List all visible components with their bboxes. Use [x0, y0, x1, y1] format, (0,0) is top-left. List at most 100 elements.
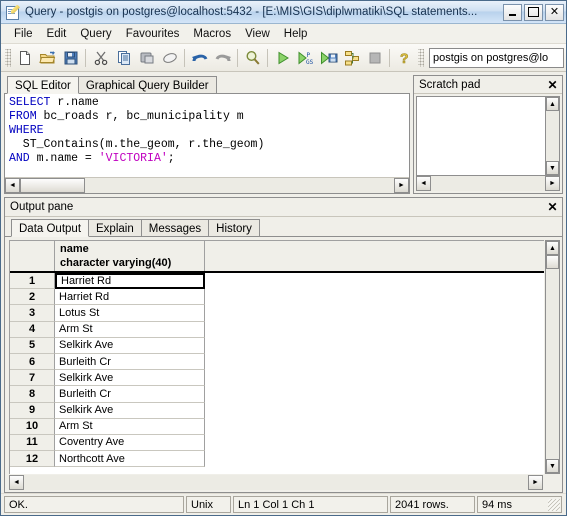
cell-name[interactable]: Coventry Ave	[55, 434, 205, 452]
maximize-button[interactable]	[524, 3, 543, 21]
menu-favourites[interactable]: Favourites	[119, 26, 187, 42]
scroll-right-arrow-icon[interactable]: ►	[394, 178, 409, 193]
table-row[interactable]: 7 Selkirk Ave	[10, 370, 544, 387]
cell-name[interactable]: Harriet Rd	[55, 289, 205, 306]
scratch-vscroll-track[interactable]	[546, 111, 559, 161]
paste-icon[interactable]	[135, 47, 158, 69]
cell-name[interactable]: Selkirk Ave	[55, 337, 205, 354]
toolbar-grip[interactable]	[5, 48, 11, 67]
menu-view[interactable]: View	[238, 26, 277, 42]
help-question-icon[interactable]: ? ?	[393, 47, 416, 69]
execute-to-file-icon[interactable]	[317, 47, 340, 69]
table-row[interactable]: 1 Harriet Rd	[10, 273, 544, 290]
row-number[interactable]: 3	[10, 305, 55, 322]
resize-grip-icon[interactable]	[548, 499, 560, 511]
scroll-down-arrow-icon[interactable]: ▼	[546, 161, 559, 175]
row-number[interactable]: 6	[10, 353, 55, 371]
scroll-right-arrow-icon[interactable]: ►	[528, 475, 543, 490]
copy-icon[interactable]	[112, 47, 135, 69]
row-number[interactable]: 8	[10, 386, 55, 403]
cell-name[interactable]: Selkirk Ave	[55, 402, 205, 419]
close-button[interactable]: ✕	[545, 3, 564, 21]
scratch-pad-textarea[interactable]	[416, 96, 545, 176]
redo-icon[interactable]	[211, 47, 234, 69]
cell-name[interactable]: Selkirk Ave	[55, 370, 205, 387]
data-grid-hscroll-track[interactable]	[24, 475, 528, 490]
row-number[interactable]: 1	[10, 273, 55, 290]
scratch-hscroll-track[interactable]	[431, 176, 545, 191]
cell-name[interactable]: Burleith Cr	[55, 386, 205, 403]
connection-combo[interactable]: postgis on postgres@lo	[429, 47, 564, 68]
scroll-left-arrow-icon[interactable]: ◄	[416, 176, 431, 191]
tab-messages[interactable]: Messages	[140, 219, 210, 236]
table-row[interactable]: 8 Burleith Cr	[10, 386, 544, 403]
row-number[interactable]: 10	[10, 418, 55, 435]
cell-name[interactable]: Arm St	[55, 321, 205, 338]
tab-history[interactable]: History	[208, 219, 260, 236]
row-number[interactable]: 7	[10, 370, 55, 387]
execute-query-icon[interactable]	[271, 47, 294, 69]
data-grid[interactable]: name character varying(40) 1 Harriet Rd 2 H…	[9, 240, 544, 474]
row-number[interactable]: 2	[10, 289, 55, 306]
menu-edit[interactable]: Edit	[40, 26, 74, 42]
cell-name[interactable]: Lotus St	[55, 305, 205, 322]
menu-file[interactable]: File	[7, 26, 40, 42]
sql-editor-text[interactable]: SELECT r.name FROM bc_roads r, bc_municip…	[5, 94, 409, 177]
scroll-left-arrow-icon[interactable]: ◄	[5, 178, 20, 193]
data-grid-vscrollbar[interactable]: ▲ ▼	[545, 240, 560, 474]
stop-icon[interactable]	[363, 47, 386, 69]
scratch-pad-hscrollbar[interactable]: ◄ ►	[416, 176, 560, 191]
table-row[interactable]: 12 Northcott Ave	[10, 451, 544, 468]
menu-help[interactable]: Help	[277, 26, 315, 42]
new-file-icon[interactable]	[13, 47, 36, 69]
explain-query-icon[interactable]	[340, 47, 363, 69]
find-magnifier-icon[interactable]	[241, 47, 264, 69]
row-number[interactable]: 5	[10, 337, 55, 354]
scroll-right-arrow-icon[interactable]: ►	[545, 176, 560, 191]
row-number[interactable]: 12	[10, 451, 55, 468]
table-row[interactable]: 2 Harriet Rd	[10, 289, 544, 306]
table-row[interactable]: 4 Arm St	[10, 321, 544, 338]
column-header-name[interactable]: name character varying(40)	[55, 241, 205, 271]
execute-pgscript-icon[interactable]: P GS	[294, 47, 317, 69]
tab-data-output[interactable]: Data Output	[11, 219, 90, 237]
table-row[interactable]: 9 Selkirk Ave	[10, 402, 544, 419]
data-grid-hscrollbar[interactable]: ◄ ►	[9, 475, 543, 490]
minimize-button[interactable]	[503, 3, 522, 21]
table-row[interactable]: 6 Burleith Cr	[10, 353, 544, 371]
data-grid-vscroll-track[interactable]	[546, 269, 559, 459]
table-row[interactable]: 10 Arm St	[10, 418, 544, 435]
sql-editor-hscrollbar[interactable]: ◄ ►	[5, 177, 409, 193]
cell-name[interactable]: Arm St	[55, 418, 205, 435]
cell-name[interactable]: Harriet Rd	[55, 273, 205, 290]
menu-macros[interactable]: Macros	[186, 26, 238, 42]
eraser-icon[interactable]	[158, 47, 181, 69]
save-icon[interactable]	[59, 47, 82, 69]
tab-graphical-query-builder[interactable]: Graphical Query Builder	[77, 76, 217, 93]
scratch-pad-vscrollbar[interactable]: ▲ ▼	[545, 96, 560, 176]
tab-sql-editor[interactable]: SQL Editor	[7, 76, 79, 94]
scroll-up-arrow-icon[interactable]: ▲	[546, 97, 559, 111]
row-number[interactable]: 9	[10, 402, 55, 419]
scratch-pad-close-icon[interactable]: ✕	[546, 78, 559, 91]
scroll-down-arrow-icon[interactable]: ▼	[546, 459, 559, 473]
output-pane-close-icon[interactable]: ✕	[546, 201, 559, 214]
sql-hscroll-thumb[interactable]	[20, 178, 85, 193]
menu-query[interactable]: Query	[73, 26, 118, 42]
table-row[interactable]: 11 Coventry Ave	[10, 434, 544, 452]
toolbar-grip-2[interactable]	[418, 48, 424, 67]
scroll-up-arrow-icon[interactable]: ▲	[546, 241, 559, 255]
cell-name[interactable]: Northcott Ave	[55, 451, 205, 468]
undo-icon[interactable]	[188, 47, 211, 69]
grid-corner-cell[interactable]	[10, 241, 55, 271]
table-row[interactable]: 3 Lotus St	[10, 305, 544, 322]
open-folder-icon[interactable]	[36, 47, 59, 69]
sql-hscroll-track[interactable]	[20, 178, 394, 193]
tab-explain[interactable]: Explain	[88, 219, 142, 236]
cell-name[interactable]: Burleith Cr	[55, 353, 205, 371]
row-number[interactable]: 4	[10, 321, 55, 338]
scroll-left-arrow-icon[interactable]: ◄	[9, 475, 24, 490]
row-number[interactable]: 11	[10, 434, 55, 452]
table-row[interactable]: 5 Selkirk Ave	[10, 337, 544, 354]
cut-scissors-icon[interactable]	[89, 47, 112, 69]
